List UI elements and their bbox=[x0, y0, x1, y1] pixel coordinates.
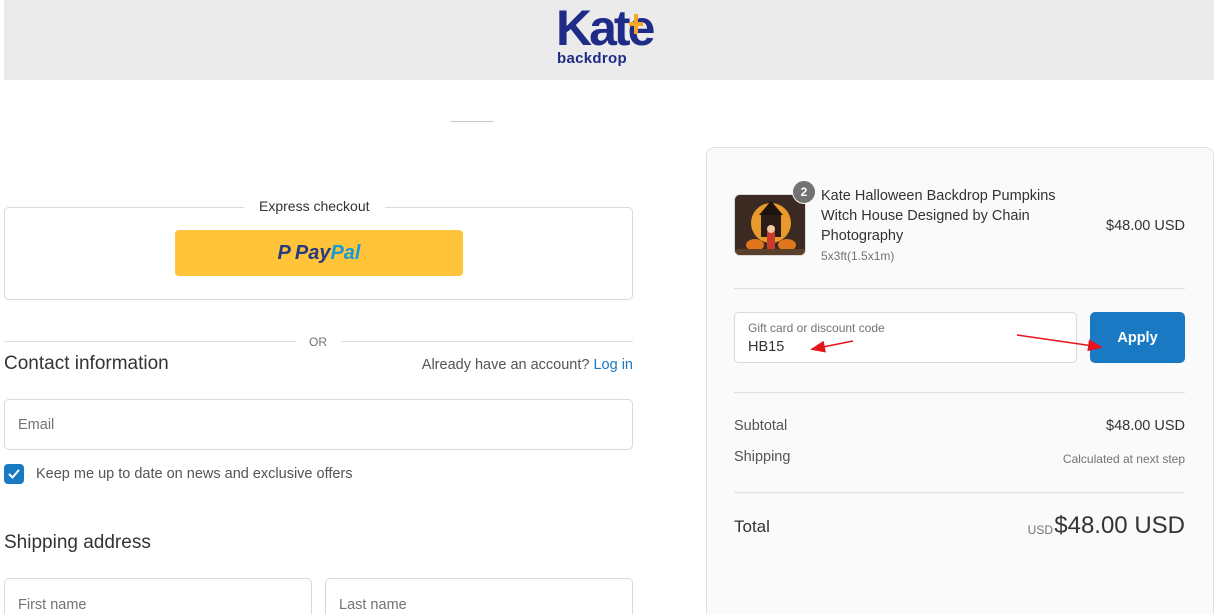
discount-code-field[interactable]: Gift card or discount code HB15 bbox=[734, 312, 1077, 363]
product-thumbnail bbox=[734, 194, 806, 256]
total-amount: $48.00 USD bbox=[1054, 512, 1185, 539]
checkmark-icon bbox=[8, 469, 20, 479]
last-name-placeholder: Last name bbox=[339, 597, 407, 613]
email-placeholder: Email bbox=[18, 416, 55, 433]
loading-line bbox=[450, 121, 494, 122]
email-field[interactable]: Email bbox=[4, 399, 633, 450]
first-name-field[interactable]: First name bbox=[4, 578, 312, 614]
kate-backdrop-logo[interactable]: Kate backdrop bbox=[553, 0, 673, 72]
or-divider-text: OR bbox=[309, 335, 327, 349]
product-variant: 5x3ft(1.5x1m) bbox=[821, 249, 895, 263]
last-name-field[interactable]: Last name bbox=[325, 578, 633, 614]
shipping-label: Shipping bbox=[734, 449, 791, 465]
paypal-logo: PayPal bbox=[294, 241, 361, 264]
shipping-value: Calculated at next step bbox=[1062, 452, 1185, 466]
summary-divider bbox=[734, 288, 1185, 289]
summary-divider bbox=[734, 392, 1185, 393]
summary-divider bbox=[734, 492, 1185, 493]
apply-discount-button[interactable]: Apply bbox=[1090, 312, 1185, 363]
shipping-address-heading: Shipping address bbox=[4, 532, 151, 553]
quantity-badge: 2 bbox=[792, 180, 816, 204]
product-price: $48.00 USD bbox=[1106, 218, 1185, 234]
newsletter-label: Keep me up to date on news and exclusive… bbox=[36, 466, 353, 482]
site-header: Kate backdrop bbox=[4, 0, 1214, 80]
express-checkout-label: Express checkout bbox=[244, 198, 385, 214]
subtotal-label: Subtotal bbox=[734, 418, 788, 434]
contact-information-heading: Contact information bbox=[4, 353, 169, 374]
discount-code-value: HB15 bbox=[748, 339, 785, 355]
or-divider-right bbox=[341, 341, 633, 342]
logo-plus-icon bbox=[629, 14, 643, 34]
first-name-placeholder: First name bbox=[18, 597, 87, 613]
paypal-button[interactable]: P PayPal bbox=[175, 230, 463, 276]
discount-code-label: Gift card or discount code bbox=[748, 321, 885, 335]
subtotal-value: $48.00 USD bbox=[1106, 418, 1185, 434]
total-currency: USD bbox=[1027, 523, 1053, 537]
login-link[interactable]: Log in bbox=[593, 357, 633, 373]
newsletter-checkbox[interactable] bbox=[4, 464, 24, 484]
product-name: Kate Halloween Backdrop Pumpkins Witch H… bbox=[821, 188, 1056, 244]
or-divider-left bbox=[4, 341, 296, 342]
total-label: Total bbox=[734, 517, 770, 536]
logo-subtitle: backdrop bbox=[557, 50, 627, 67]
paypal-p-icon: P bbox=[277, 241, 291, 264]
account-prompt: Already have an account? Log in bbox=[421, 357, 633, 373]
